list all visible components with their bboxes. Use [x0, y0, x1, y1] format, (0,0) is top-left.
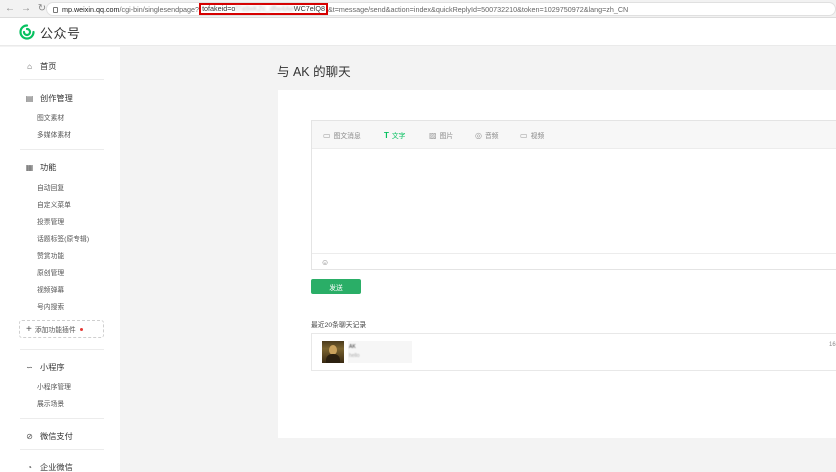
sidebar-item-miniprogram[interactable]: ∽ 小程序: [25, 361, 145, 373]
page-title: 与 AK 的聊天: [277, 65, 351, 79]
history-list: AK hello 16: [311, 333, 836, 371]
send-button[interactable]: 发送: [311, 279, 361, 294]
message-editor: ▭ 图文消息 T 文字 ▨ 图片 ◎ 音频 ▭ 视频 ☺: [311, 120, 836, 270]
url-host: mp.weixin.qq.com: [62, 4, 120, 14]
sidebar-item-reward[interactable]: 赞赏功能: [37, 250, 157, 260]
url-path: /cgi-bin/singlesendpage?: [119, 4, 200, 14]
url-highlight-box: tofakeid=of7a9xKZc_dfw4AeWC7elQ8: [199, 3, 328, 15]
sidebar-label: 创作管理: [40, 94, 73, 103]
sidebar-label: 微信支付: [40, 432, 73, 441]
divider: [20, 79, 104, 80]
sidebar-item-video-danmaku[interactable]: 视频弹幕: [37, 284, 157, 294]
divider: [20, 149, 104, 150]
sidebar-item-media-material[interactable]: 多媒体素材: [37, 129, 157, 139]
add-plugin-button[interactable]: + 添加功能插件: [19, 320, 104, 338]
url-redacted-id: f7a9xKZc_dfw4Ae: [235, 4, 294, 13]
address-bar[interactable]: mp.weixin.qq.com /cgi-bin/singlesendpage…: [46, 2, 836, 16]
sidebar-item-wechat-pay[interactable]: ⊘ 微信支付: [25, 430, 145, 442]
forward-icon[interactable]: →: [20, 2, 32, 16]
plus-icon: +: [26, 323, 32, 335]
message-sender: AK: [349, 344, 356, 350]
url-highlight-prefix: tofakeid=o: [202, 4, 236, 13]
tab-article[interactable]: ▭ 图文消息: [323, 130, 361, 141]
sidebar-item-work-wechat[interactable]: ◔ 企业微信: [25, 461, 145, 472]
avatar[interactable]: [322, 341, 344, 363]
link-icon: ∽: [26, 362, 33, 372]
sidebar-label: 小程序: [40, 363, 65, 372]
history-title: 最近20条聊天记录: [311, 322, 367, 329]
sidebar-item-home[interactable]: ⌂ 首页: [25, 60, 145, 72]
tab-text[interactable]: T 文字: [384, 130, 406, 141]
sidebar-item-auto-reply[interactable]: 自动回复: [37, 182, 157, 192]
divider: [20, 349, 104, 350]
tab-label: 文字: [391, 133, 406, 140]
tab-label: 图文消息: [333, 133, 361, 140]
tab-label: 图片: [439, 133, 454, 140]
sidebar-label: 企业微信: [40, 463, 73, 472]
wechat-official-account-icon: [19, 24, 35, 40]
audio-icon: ◎: [475, 130, 482, 140]
divider: [20, 418, 104, 419]
avatar-body: [326, 354, 340, 363]
sidebar-item-search[interactable]: 号内搜索: [37, 301, 157, 311]
video-icon: ▭: [520, 130, 528, 140]
sidebar: ⌂ 首页 ▤ 创作管理 图文素材 多媒体素材 ▦ 功能 自动回复 自定义菜单 投…: [0, 47, 120, 472]
sidebar-item-vote[interactable]: 投票管理: [37, 216, 157, 226]
url-highlight-suffix: WC7elQ8: [293, 4, 325, 13]
tab-label: 音频: [484, 133, 499, 140]
message-text: hello: [349, 353, 360, 359]
url-query: &t=message/send&action=index&quickReplyI…: [327, 4, 629, 14]
lock-icon: [53, 7, 58, 13]
sidebar-item-topic-tags[interactable]: 话题标签(原专辑): [37, 233, 157, 243]
top-header: 公众号: [0, 18, 836, 46]
tab-image[interactable]: ▨ 图片: [429, 130, 454, 141]
sidebar-item-original[interactable]: 原创管理: [37, 267, 157, 277]
notification-dot: [79, 327, 83, 331]
home-icon: ⌂: [27, 61, 32, 71]
sidebar-item-miniprogram-manage[interactable]: 小程序管理: [37, 381, 157, 391]
sidebar-label: 功能: [40, 163, 57, 172]
document-icon: ▤: [25, 93, 34, 103]
pay-icon: ⊘: [26, 431, 33, 441]
message-type-toolbar: ▭ 图文消息 T 文字 ▨ 图片 ◎ 音频 ▭ 视频: [312, 121, 836, 149]
browser-toolbar: ← → ↻ mp.weixin.qq.com /cgi-bin/singlese…: [0, 0, 836, 18]
tab-video[interactable]: ▭ 视频: [520, 130, 545, 141]
article-icon: ▭: [323, 130, 331, 140]
text-icon: T: [384, 130, 389, 140]
message-item[interactable]: [348, 341, 412, 363]
tab-label: 视频: [530, 133, 545, 140]
grid-icon: ▦: [25, 162, 34, 172]
sidebar-item-article-material[interactable]: 图文素材: [37, 112, 157, 122]
sidebar-item-display-scene[interactable]: 展示场景: [37, 398, 157, 408]
add-plugin-label: 添加功能插件: [34, 327, 76, 334]
logo-text[interactable]: 公众号: [40, 23, 81, 42]
sidebar-item-features[interactable]: ▦ 功能: [25, 161, 145, 173]
sidebar-item-custom-menu[interactable]: 自定义菜单: [37, 199, 157, 209]
back-icon[interactable]: ←: [4, 2, 16, 16]
message-time: 16: [829, 342, 836, 348]
emoji-icon[interactable]: ☺: [321, 258, 329, 267]
editor-footer: ☺: [312, 253, 836, 270]
divider: [20, 449, 104, 450]
sidebar-item-create[interactable]: ▤ 创作管理: [25, 92, 145, 104]
sidebar-label: 首页: [40, 62, 57, 71]
message-input[interactable]: [312, 149, 836, 253]
image-icon: ▨: [429, 130, 437, 140]
tab-audio[interactable]: ◎ 音频: [475, 130, 499, 141]
chat-icon: ◔: [27, 462, 32, 472]
